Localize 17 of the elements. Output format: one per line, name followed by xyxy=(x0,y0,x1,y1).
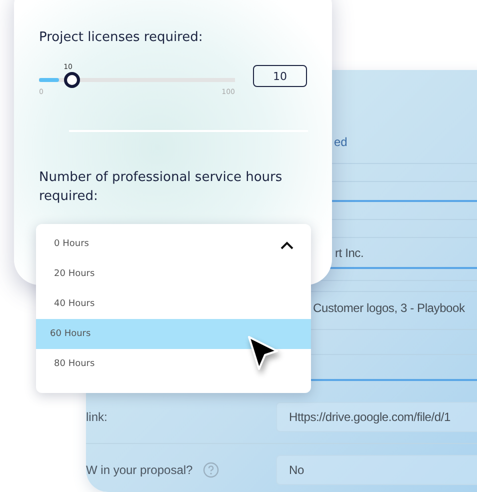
field-value: Customer logos, 3 - Playbook xyxy=(313,301,465,315)
input-field[interactable]: Https://drive.google.com/file/d/1 xyxy=(276,402,477,432)
slider-thumb[interactable] xyxy=(64,72,80,88)
section-heading: ed xyxy=(334,135,348,149)
input-field[interactable]: No xyxy=(276,455,477,485)
field-label: W in your proposal? xyxy=(86,463,193,477)
dropdown-option[interactable]: 20 Hours xyxy=(36,259,311,289)
dropdown-option[interactable]: 80 Hours xyxy=(36,349,311,379)
field-label: link: xyxy=(86,410,108,424)
field-label: Number of professional service hours required: xyxy=(39,169,284,206)
chevron-up-icon[interactable] xyxy=(280,241,294,250)
number-input[interactable]: 10 xyxy=(253,65,307,87)
dropdown-option[interactable]: 60 Hours xyxy=(36,319,311,349)
dropdown-option[interactable]: 40 Hours xyxy=(36,289,311,319)
field-label: Project licenses required: xyxy=(39,29,204,47)
field-value: rt Inc. xyxy=(335,246,364,260)
dropdown-option[interactable]: 0 Hours xyxy=(36,229,311,259)
